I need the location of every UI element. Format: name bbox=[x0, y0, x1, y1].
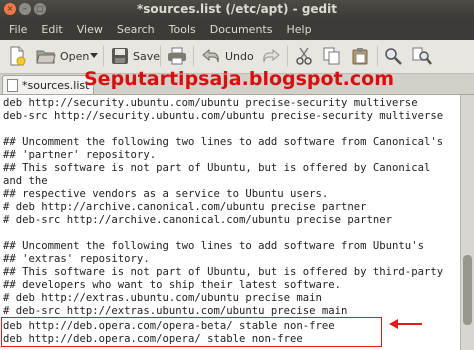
save-button[interactable]: Save bbox=[111, 45, 160, 67]
search-icon bbox=[385, 48, 402, 65]
editor-line: deb http://security.ubuntu.com/ubuntu pr… bbox=[3, 97, 418, 109]
find-replace-button[interactable] bbox=[412, 45, 432, 67]
arrow-left-icon bbox=[389, 319, 422, 329]
menu-tools[interactable]: Tools bbox=[162, 23, 203, 36]
menu-file[interactable]: File bbox=[0, 23, 34, 36]
redo-icon bbox=[263, 48, 280, 63]
watermark-text: Seputartipsaja.blogspot.com bbox=[84, 68, 394, 90]
menu-search[interactable]: Search bbox=[110, 23, 162, 36]
document-icon bbox=[7, 78, 18, 92]
save-label: Save bbox=[133, 49, 161, 63]
paste-button[interactable] bbox=[351, 45, 369, 67]
paste-icon bbox=[352, 48, 368, 65]
editor-line: ## 'extras' repository. bbox=[3, 253, 150, 265]
editor-line: ## Uncomment the following two lines to … bbox=[3, 240, 424, 252]
menu-edit[interactable]: Edit bbox=[34, 23, 69, 36]
undo-button[interactable]: Undo bbox=[201, 45, 254, 67]
window-title: *sources.list (/etc/apt) - gedit bbox=[136, 2, 337, 16]
find-replace-icon bbox=[412, 47, 432, 65]
toolbar-separator bbox=[160, 46, 161, 66]
tab-label: *sources.list bbox=[22, 78, 90, 92]
editor-line: # deb-src http://archive.canonical.com/u… bbox=[3, 214, 393, 226]
print-icon bbox=[168, 47, 186, 65]
chevron-down-icon bbox=[90, 53, 98, 58]
tab-sources-list[interactable]: *sources.list bbox=[2, 75, 94, 94]
copy-icon bbox=[323, 47, 340, 65]
menu-help[interactable]: Help bbox=[279, 23, 318, 36]
menu-documents[interactable]: Documents bbox=[203, 23, 280, 36]
find-button[interactable] bbox=[384, 45, 402, 67]
editor-line: deb-src http://security.ubuntu.com/ubunt… bbox=[3, 110, 444, 122]
editor-line: # deb http://archive.canonical.com/ubunt… bbox=[3, 201, 367, 213]
editor-line: ## 'partner' repository. bbox=[3, 149, 157, 161]
save-icon bbox=[112, 48, 128, 64]
editor-line: ## respective vendors as a service to Ub… bbox=[3, 188, 329, 200]
cut-button[interactable] bbox=[295, 45, 313, 67]
open-recent-dropdown[interactable] bbox=[90, 45, 98, 67]
editor-line: # deb http://extras.ubuntu.com/ubuntu pr… bbox=[3, 292, 322, 304]
toolbar-separator bbox=[103, 46, 104, 66]
highlight-box bbox=[1, 317, 382, 347]
scrollbar-thumb[interactable] bbox=[463, 255, 472, 325]
toolbar-separator bbox=[193, 46, 194, 66]
folder-open-icon bbox=[36, 50, 56, 64]
new-document-icon bbox=[10, 46, 26, 66]
copy-button[interactable] bbox=[323, 45, 341, 67]
menu-bar: File Edit View Search Tools Documents He… bbox=[0, 19, 474, 40]
editor-line: and the bbox=[3, 175, 48, 187]
editor-line: ## This software is not part of Ubuntu, … bbox=[3, 162, 431, 174]
open-label: Open bbox=[60, 49, 90, 63]
undo-label: Undo bbox=[225, 49, 254, 63]
undo-icon bbox=[202, 48, 219, 63]
menu-view[interactable]: View bbox=[70, 23, 110, 36]
toolbar-separator bbox=[377, 46, 378, 66]
open-button[interactable]: Open bbox=[36, 45, 89, 67]
redo-button[interactable] bbox=[261, 45, 281, 67]
new-button[interactable] bbox=[8, 45, 26, 67]
text-editor[interactable]: deb http://security.ubuntu.com/ubuntu pr… bbox=[0, 95, 460, 350]
title-bar: × – □ *sources.list (/etc/apt) - gedit bbox=[0, 0, 474, 19]
scissors-icon bbox=[296, 47, 312, 65]
print-button[interactable] bbox=[167, 45, 187, 67]
editor-line: ## developers who want to ship their lat… bbox=[3, 279, 342, 291]
editor-line: ## This software is not part of Ubuntu, … bbox=[3, 266, 444, 278]
editor-line: ## Uncomment the following two lines to … bbox=[3, 136, 444, 148]
vertical-scrollbar[interactable] bbox=[460, 95, 474, 350]
toolbar-separator bbox=[287, 46, 288, 66]
